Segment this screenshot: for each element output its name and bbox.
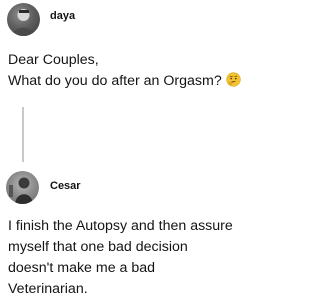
tweet-text-line: Veterinarian. [8, 281, 88, 297]
tweet-text-line: doesn't make me a bad [8, 260, 156, 276]
tweet-text: Dear Couples, What do you do after an Or… [8, 50, 241, 92]
profile-photo-icon[interactable] [7, 3, 40, 36]
tweet-text-line: I finish the Autopsy and then assure [8, 218, 233, 234]
thread-connector-line [22, 107, 24, 162]
tweet-text-line: Dear Couples, [8, 52, 99, 68]
tweet-text-line: What do you do after an Orgasm? [8, 71, 241, 92]
tweet-text-segment: What do you do after an Orgasm? [8, 73, 222, 89]
tweet-text: I finish the Autopsy and then assure mys… [8, 216, 233, 300]
author-name[interactable]: daya [50, 10, 75, 22]
tweet-thread: daya Dear Couples, What do you do after … [0, 0, 297, 300]
profile-photo-icon[interactable] [6, 171, 39, 204]
author-name[interactable]: Cesar [50, 180, 81, 192]
tweet-text-line: myself that one bad decision [8, 239, 188, 255]
thinking-face-icon [226, 72, 241, 87]
